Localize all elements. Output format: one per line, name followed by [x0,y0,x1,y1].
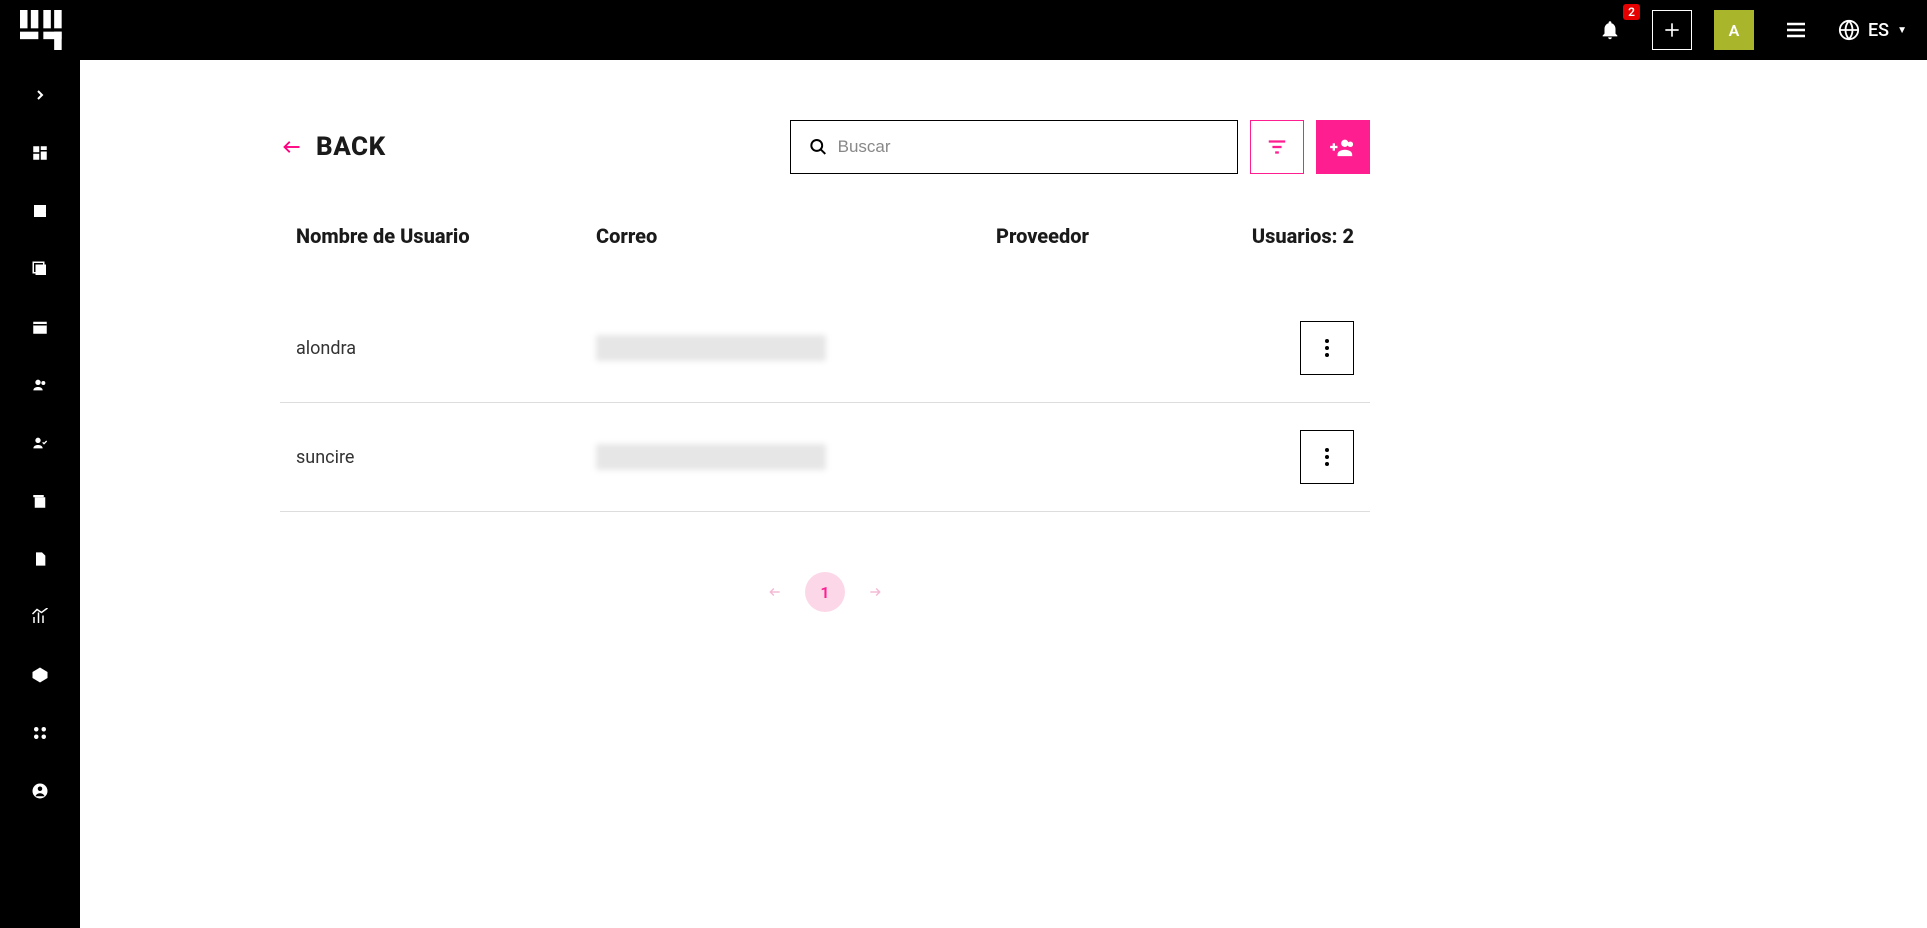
sidebar-item-package[interactable] [20,660,60,690]
add-user-icon [1330,136,1356,158]
logo[interactable] [20,10,70,50]
kebab-icon [1324,338,1330,358]
chevron-right-icon [32,87,48,103]
sidebar-item-users[interactable] [20,370,60,400]
pager-next[interactable] [865,585,885,599]
search-icon [809,137,828,157]
avatar[interactable]: A [1714,10,1754,50]
chart-icon [30,608,50,626]
sidebar-item-apps[interactable] [20,718,60,748]
table-row: suncire [280,403,1370,511]
menu-button[interactable] [1776,10,1816,50]
header-actions: 2 A ES ▼ [1590,10,1907,50]
collection-icon [31,492,49,510]
search-input[interactable] [838,137,1219,157]
pagination: 1 [280,572,1370,612]
language-selector[interactable]: ES ▼ [1838,19,1907,41]
chevron-down-icon: ▼ [1897,25,1907,36]
cube-icon [31,666,49,684]
pager-prev[interactable] [765,585,785,599]
notification-badge: 2 [1623,4,1640,20]
arrow-left-icon [280,138,304,156]
sidebar-item-gallery[interactable] [20,254,60,284]
sidebar-item-dashboard[interactable] [20,138,60,168]
sidebar-item-calendar[interactable] [20,312,60,342]
hamburger-icon [1784,18,1808,42]
col-username: Nombre de Usuario [296,224,596,248]
col-count: Usuarios: 2 [1216,224,1354,248]
header: 2 A ES ▼ [0,0,1927,60]
cell-username: alondra [296,338,596,359]
sidebar-expand-button[interactable] [20,80,60,110]
images-icon [31,260,49,278]
col-email: Correo [596,224,996,248]
row-actions-button[interactable] [1300,430,1354,484]
back-label: BACK [316,132,386,162]
row-actions-button[interactable] [1300,321,1354,375]
main-content: BACK [80,60,1927,928]
notifications-button[interactable]: 2 [1590,10,1630,50]
sidebar-item-document[interactable] [20,544,60,574]
sidebar-item-library[interactable] [20,486,60,516]
plus-icon [1662,20,1682,40]
filter-button[interactable] [1250,120,1304,174]
add-user-button[interactable] [1316,120,1370,174]
bell-icon [1599,19,1621,41]
account-icon [31,782,49,800]
cell-email [596,335,996,361]
cell-email [596,444,996,470]
arrow-right-icon [865,585,885,599]
redacted-email [596,444,826,470]
sidebar-item-media[interactable] [20,196,60,226]
document-icon [32,549,48,569]
language-label: ES [1868,20,1889,41]
cell-username: suncire [296,447,596,468]
pager-page-current[interactable]: 1 [805,572,845,612]
add-button[interactable] [1652,10,1692,50]
calendar-icon [31,318,49,336]
back-button[interactable]: BACK [280,132,386,162]
sidebar [0,60,80,928]
users-icon [30,377,50,393]
search-input-wrapper[interactable] [790,120,1238,174]
sidebar-item-account[interactable] [20,776,60,806]
grid-dots-icon [31,724,49,742]
kebab-icon [1324,447,1330,467]
sidebar-item-approval[interactable] [20,428,60,458]
arrow-left-icon [765,585,785,599]
table-row: alondra [280,294,1370,402]
globe-icon [1838,19,1860,41]
table-header: Nombre de Usuario Correo Proveedor Usuar… [280,224,1370,248]
image-icon [31,202,49,220]
redacted-email [596,335,826,361]
sidebar-item-analytics[interactable] [20,602,60,632]
dashboard-icon [31,144,49,162]
col-provider: Proveedor [996,224,1216,248]
filter-icon [1266,136,1288,158]
avatar-initial: A [1729,21,1740,40]
user-check-icon [30,435,50,451]
